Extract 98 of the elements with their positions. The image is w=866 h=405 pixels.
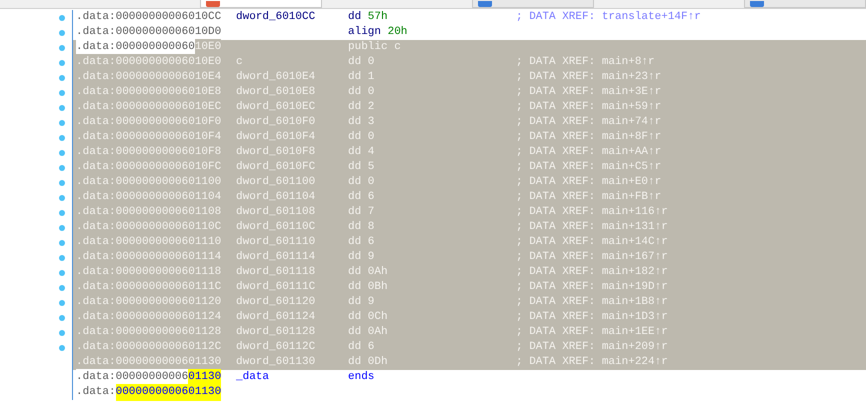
label-name: dword_601100 (236, 176, 316, 188)
mnemonic-text: public (348, 40, 388, 56)
xref-comment: ; DATA XREF: main+3E↑r (516, 85, 662, 100)
mnemonic-text: dd (348, 160, 362, 176)
operand-text: 7 (368, 205, 374, 220)
operand-text: 6 (368, 190, 374, 206)
xref-comment: ; DATA XREF: main+74↑r (516, 115, 662, 130)
label-name: dword_601124 (236, 311, 316, 324)
label-name: dword_601110 (236, 236, 316, 248)
mnemonic-text: align (348, 25, 382, 40)
label-name: dword_6010E8 (236, 86, 316, 98)
label-name: _data (236, 371, 270, 384)
label-name: dword_601108 (236, 206, 316, 218)
label-name: dword_601104 (236, 191, 316, 204)
operand-text: 0Ah (368, 325, 388, 340)
mnemonic-text: dd (348, 115, 362, 130)
xref-comment: ; DATA XREF: main+116↑r (516, 205, 668, 220)
mnemonic-text: dd (348, 295, 362, 310)
xref-comment: ; DATA XREF: main+14C↑r (516, 235, 668, 250)
operand-text: 6 (368, 235, 374, 250)
mnemonic-text: dd (348, 325, 362, 340)
xref-comment: ; DATA XREF: main+167↑r (516, 250, 668, 266)
xref-comment: ; DATA XREF: main+59↑r (516, 100, 662, 116)
mnemonic-text: dd (348, 265, 362, 280)
mnemonic-text: dd (348, 85, 362, 100)
label-name: dword_601114 (236, 251, 316, 264)
mnemonic-text: dd (348, 190, 362, 206)
mnemonic-text: dd (348, 310, 362, 326)
operand-text: 9 (368, 295, 374, 310)
xref-comment: ; DATA XREF: main+19D↑r (516, 280, 668, 296)
operand-text: c (394, 40, 401, 56)
mnemonic-text: dd (348, 70, 362, 86)
operand-text: 1 (368, 70, 374, 86)
label-name: dword_6010F0 (236, 116, 316, 128)
xref-comment: ; DATA XREF: main+8F↑r (516, 130, 662, 146)
operand-text: 6 (368, 340, 374, 356)
label-name: dword_6010E4 (236, 71, 316, 84)
mnemonic-text: dd (348, 55, 362, 70)
mnemonic-text: dd (348, 235, 362, 250)
operand-text: 0Bh (368, 280, 388, 296)
address-text: 0000000000601130 (116, 384, 222, 401)
operand-text: 0Ah (368, 265, 388, 280)
label-name: dword_6010EC (236, 101, 316, 114)
label-name: dword_601128 (236, 326, 316, 338)
operand-text: 57h (368, 10, 388, 26)
xref-comment: ; DATA XREF: main+1EE↑r (516, 325, 668, 340)
label-name: c (236, 56, 243, 68)
tab[interactable] (200, 0, 322, 8)
operand-text: 5 (368, 160, 374, 176)
mnemonic-text: dd (348, 130, 362, 146)
operand-text: 0 (368, 130, 374, 146)
mnemonic-text: dd (348, 280, 362, 296)
label-name: dword_6010CC (236, 11, 316, 24)
xref-comment: ; DATA XREF: main+C5↑r (516, 160, 662, 176)
xref-comment: ; DATA XREF: main+182↑r (516, 265, 668, 280)
xref-comment: ; DATA XREF: translate+14F↑r (516, 10, 701, 26)
label-name: dword_6010FC (236, 161, 316, 174)
operand-text: 0Dh (368, 355, 388, 370)
tab[interactable] (744, 0, 866, 8)
operand-text: 4 (368, 145, 374, 160)
label-name: dword_60110C (236, 221, 316, 234)
label-name: dword_6010F4 (236, 131, 316, 144)
operand-text: 0 (368, 55, 374, 70)
operand-text: 0 (368, 175, 374, 190)
operand-text: 9 (368, 250, 374, 266)
label-name: dword_601130 (236, 356, 316, 368)
xref-comment: ; DATA XREF: main+8↑r (516, 55, 655, 70)
xref-comment: ; DATA XREF: main+E0↑r (516, 175, 662, 190)
operand-text: 2 (368, 100, 374, 116)
mnemonic-text: dd (348, 100, 362, 116)
operand-text: 8 (368, 220, 374, 236)
xref-comment: ; DATA XREF: main+224↑r (516, 355, 668, 370)
label-name: dword_60111C (236, 281, 316, 294)
label-name: dword_601120 (236, 296, 316, 308)
xref-comment: ; DATA XREF: main+AA↑r (516, 145, 662, 160)
mnemonic-text: dd (348, 340, 362, 356)
mnemonic-text: dd (348, 220, 362, 236)
operand-text: 3 (368, 115, 374, 130)
label-name: dword_6010F8 (236, 146, 316, 158)
label-name: dword_60112C (236, 341, 316, 354)
xref-comment: ; DATA XREF: main+1B8↑r (516, 295, 668, 310)
operand-text: 0Ch (368, 310, 388, 326)
xref-comment: ; DATA XREF: main+FB↑r (516, 190, 662, 206)
mnemonic-text: dd (348, 355, 362, 370)
mnemonic-text: dd (348, 175, 362, 190)
operand-text: 20h (388, 25, 408, 40)
mnemonic-text: dd (348, 205, 362, 220)
operand-text: 0 (368, 85, 374, 100)
xref-comment: ; DATA XREF: main+209↑r (516, 340, 668, 356)
mnemonic-text: dd (348, 10, 362, 26)
tab[interactable] (472, 0, 594, 8)
mnemonic-text: ends (348, 370, 374, 386)
xref-comment: ; DATA XREF: main+23↑r (516, 70, 662, 86)
mnemonic-text: dd (348, 250, 362, 266)
label-name: dword_601118 (236, 266, 316, 278)
mnemonic-text: dd (348, 145, 362, 160)
xref-comment: ; DATA XREF: main+131↑r (516, 220, 668, 236)
xref-comment: ; DATA XREF: main+1D3↑r (516, 310, 668, 326)
